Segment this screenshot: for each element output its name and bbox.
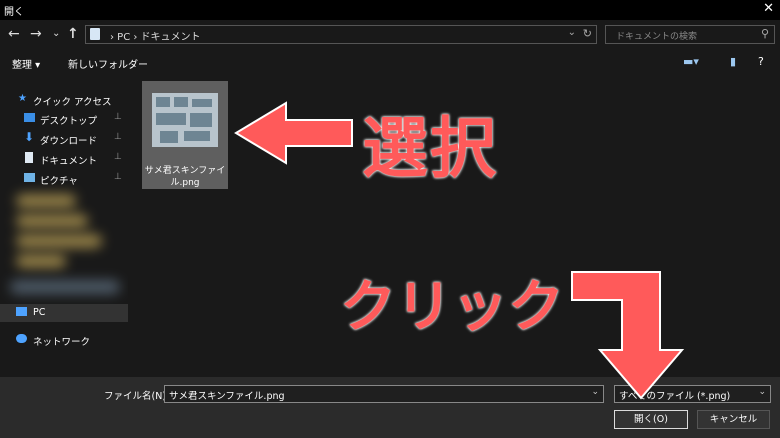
breadcrumb[interactable]: › PC › ドキュメント [110,28,201,43]
view-options-icon[interactable]: ▬▾ [683,55,699,68]
star-icon: ★ [18,93,27,104]
search-placeholder: ドキュメントの検索 [616,32,698,42]
sidebar-item-label: ダウンロード [40,136,98,147]
file-thumbnail [152,93,218,147]
sidebar-item-label: PC [33,307,46,318]
open-button[interactable]: 開く(O) [614,410,688,429]
sidebar-item-documents[interactable]: ドキュメント ⊥ [0,150,128,168]
title-bar: 開く ✕ [0,0,780,20]
redacted-item [16,194,76,208]
download-icon: ⬇ [24,130,35,144]
document-icon [25,152,33,163]
sidebar-item-downloads[interactable]: ⬇ ダウンロード ⊥ [0,130,128,148]
sidebar-item-label: ピクチャ [40,176,78,187]
chevron-down-icon[interactable]: ⌄ [758,387,766,397]
redacted-item [10,280,120,294]
pc-icon [16,307,27,316]
redacted-item [16,254,66,268]
address-bar[interactable]: › PC › ドキュメント ⌄ ↻ [85,25,597,44]
navigation-bar: ← → ⌄ ↑ › PC › ドキュメント ⌄ ↻ ドキュメントの検索 ⚲ [0,20,780,50]
desktop-icon [24,113,35,122]
document-icon [90,28,100,40]
filename-label: ファイル名(N): [104,391,170,402]
sidebar-item-label: ネットワーク [33,337,91,348]
redacted-item [16,214,88,228]
sidebar-item-pictures[interactable]: ピクチャ ⊥ [0,170,128,188]
sidebar-item-label: デスクトップ [40,116,98,127]
preview-pane-icon[interactable]: ▮ [730,55,736,68]
search-icon: ⚲ [760,27,769,40]
close-icon[interactable]: ✕ [763,1,774,16]
sidebar-item-label: ドキュメント [40,156,98,167]
redacted-item [16,234,102,248]
bottom-bar: ファイル名(N): サメ君スキンファイル.png ⌄ すべてのファイル (*.p… [0,377,780,438]
sidebar-item-network[interactable]: ネットワーク [0,331,128,349]
sidebar-item-label: クイック アクセス [33,97,112,108]
recent-locations-icon[interactable]: ⌄ [52,28,60,39]
pin-icon: ⊥ [114,152,122,162]
chevron-down-icon[interactable]: ⌄ [568,27,576,38]
filename-input[interactable]: サメ君スキンファイル.png ⌄ [164,385,604,403]
pin-icon: ⊥ [114,112,122,122]
chevron-down-icon[interactable]: ⌄ [591,387,599,397]
filename-value: サメ君スキンファイル.png [169,391,285,402]
sidebar-item-quick-access[interactable]: ★ クイック アクセス [0,91,128,109]
file-item[interactable]: サメ君スキンファイル.png [142,81,228,189]
pin-icon: ⊥ [114,172,122,182]
toolbar: 整理 ▾ 新しいフォルダー ▬▾ ▮ ? [0,50,780,76]
sidebar-item-desktop[interactable]: デスクトップ ⊥ [0,110,128,128]
forward-arrow-icon[interactable]: → [30,26,42,42]
search-input[interactable]: ドキュメントの検索 ⚲ [605,25,775,44]
file-type-select[interactable]: すべてのファイル (*.png) ⌄ [614,385,771,403]
window-title: 開く [4,7,24,18]
file-list: サメ君スキンファイル.png [128,77,780,377]
help-icon[interactable]: ? [758,55,764,68]
back-arrow-icon[interactable]: ← [8,26,20,42]
pictures-icon [24,173,35,182]
network-icon [16,334,27,343]
file-name: サメ君スキンファイル.png [144,166,226,188]
sidebar: ★ クイック アクセス デスクトップ ⊥ ⬇ ダウンロード ⊥ ドキュメント ⊥… [0,77,128,377]
cancel-button[interactable]: キャンセル [697,410,770,429]
file-type-value: すべてのファイル (*.png) [619,391,731,402]
pin-icon: ⊥ [114,132,122,142]
new-folder-button[interactable]: 新しいフォルダー [68,56,148,71]
refresh-icon[interactable]: ↻ [583,27,592,40]
up-arrow-icon[interactable]: ↑ [67,26,79,42]
sidebar-item-pc[interactable]: PC [0,304,128,322]
organize-button[interactable]: 整理 ▾ [12,56,40,71]
